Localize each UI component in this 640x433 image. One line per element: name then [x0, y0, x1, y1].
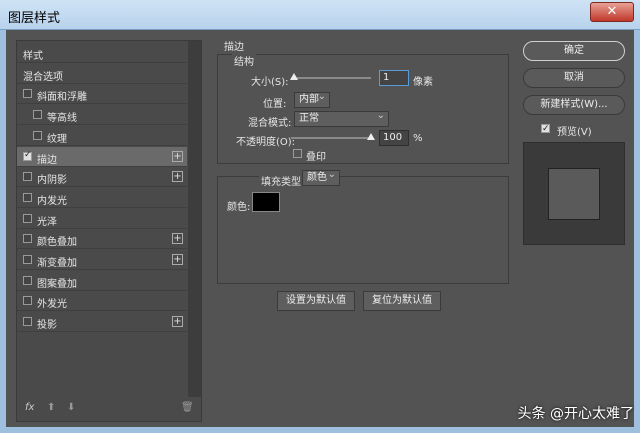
style-item-checkbox[interactable]	[23, 192, 32, 202]
window-title: 图层样式	[8, 11, 61, 26]
overprint-label: 叠印	[306, 152, 326, 163]
color-label: 颜色:	[227, 202, 251, 213]
blend-mode-dropdown[interactable]: 正常	[294, 109, 389, 127]
style-item-4[interactable]: 纹理	[17, 126, 187, 146]
styles-bottom-bar: fx ⬆ ⬇ 🗑	[17, 397, 201, 421]
style-item-label: 外发光	[37, 299, 67, 311]
opacity-label: 不透明度(O):	[236, 137, 296, 148]
preview-box	[523, 142, 625, 245]
reset-default-button[interactable]: 复位为默认值	[363, 291, 441, 311]
size-slider-thumb[interactable]	[290, 73, 298, 80]
style-item-10[interactable]: 渐变叠加 +	[17, 250, 187, 270]
style-item-2[interactable]: 斜面和浮雕	[17, 84, 187, 105]
style-item-12[interactable]: 外发光	[17, 291, 187, 312]
fill-type-dropdown[interactable]: 颜色	[302, 168, 340, 186]
style-item-label: 等高线	[47, 113, 77, 125]
style-item-label: 渐变叠加	[37, 258, 77, 269]
style-item-label: 内阴影	[37, 175, 67, 187]
new-style-button[interactable]: 新建样式(W)...	[523, 95, 625, 115]
styles-list-panel: 样式混合选项斜面和浮雕等高线纹理描边 + 内阴影 + 内发光光泽颜色叠加 + 渐变叠加 + 图案…	[16, 40, 202, 422]
style-item-5[interactable]: 描边 +	[17, 146, 187, 167]
size-label: 大小(S):	[251, 77, 289, 88]
watermark: 头条 @开心太难了	[517, 406, 634, 422]
structure-heading: 结构	[232, 53, 256, 68]
styles-list-scrollbar[interactable]	[188, 41, 201, 397]
preview-label: 预览(V)	[557, 127, 592, 138]
size-unit: 像素	[413, 77, 433, 88]
add-style-icon[interactable]: +	[172, 171, 183, 183]
cancel-button[interactable]: 取消	[523, 68, 625, 88]
style-item-label: 颜色叠加	[37, 237, 77, 249]
fx-icon[interactable]: fx	[25, 402, 34, 413]
style-item-label: 斜面和浮雕	[37, 92, 87, 104]
trash-icon[interactable]: 🗑	[181, 402, 194, 413]
title-bar: 图层样式 ✕	[0, 0, 640, 30]
opacity-slider-thumb[interactable]	[367, 133, 375, 140]
position-dropdown[interactable]: 内部	[294, 90, 330, 108]
style-item-checkbox[interactable]	[23, 234, 32, 244]
overprint-checkbox[interactable]	[293, 149, 302, 158]
style-item-label: 光泽	[37, 216, 57, 228]
style-item-label: 混合选项	[23, 71, 63, 83]
stroke-color-swatch[interactable]	[252, 192, 280, 212]
add-style-icon[interactable]: +	[172, 150, 183, 162]
stroke-heading: 描边	[224, 42, 244, 53]
size-input[interactable]: 1	[379, 70, 409, 86]
style-item-label: 图案叠加	[37, 278, 77, 290]
style-item-label: 样式	[23, 51, 43, 62]
style-item-1[interactable]: 混合选项	[17, 64, 187, 84]
move-down-icon[interactable]: ⬇	[67, 402, 75, 413]
style-item-8[interactable]: 光泽	[17, 209, 187, 229]
opacity-input[interactable]: 100	[379, 130, 409, 146]
style-item-checkbox[interactable]	[23, 296, 32, 306]
add-style-icon[interactable]: +	[172, 254, 183, 265]
style-item-label: 纹理	[47, 133, 67, 145]
style-item-checkbox[interactable]	[33, 110, 42, 120]
layer-style-dialog: 样式混合选项斜面和浮雕等高线纹理描边+内阴影+内发光光泽颜色叠加+渐变叠加+图案…	[6, 30, 634, 427]
move-up-icon[interactable]: ⬆	[47, 402, 55, 413]
style-item-checkbox[interactable]	[23, 255, 32, 264]
style-item-3[interactable]: 等高线	[17, 105, 187, 126]
opacity-unit: %	[413, 133, 423, 144]
style-item-0[interactable]: 样式	[17, 43, 187, 63]
add-style-icon[interactable]: +	[172, 233, 183, 245]
add-style-icon[interactable]: +	[172, 316, 183, 328]
preview-swatch	[548, 168, 600, 220]
style-item-checkbox[interactable]	[23, 150, 32, 161]
style-item-9[interactable]: 颜色叠加 +	[17, 229, 187, 250]
style-item-13[interactable]: 投影 +	[17, 312, 187, 333]
size-slider-track[interactable]	[291, 77, 371, 79]
style-item-checkbox[interactable]	[23, 275, 32, 285]
style-item-label: 投影	[37, 320, 57, 332]
style-item-7[interactable]: 内发光	[17, 188, 187, 208]
style-item-11[interactable]: 图案叠加	[17, 271, 187, 291]
opacity-slider-track[interactable]	[291, 137, 371, 139]
style-item-label: 内发光	[37, 195, 67, 207]
window-frame: 样式混合选项斜面和浮雕等高线纹理描边+内阴影+内发光光泽颜色叠加+渐变叠加+图案…	[0, 30, 640, 433]
position-label: 位置:	[263, 99, 287, 110]
style-item-checkbox[interactable]	[23, 213, 32, 223]
style-item-6[interactable]: 内阴影 +	[17, 167, 187, 188]
style-item-checkbox[interactable]	[23, 172, 32, 182]
style-item-checkbox[interactable]	[23, 89, 32, 99]
style-item-checkbox[interactable]	[33, 130, 42, 140]
ok-button[interactable]: 确定	[523, 41, 625, 61]
style-item-label: 描边	[37, 154, 57, 166]
close-button[interactable]: ✕	[590, 2, 634, 22]
style-item-checkbox[interactable]	[23, 317, 32, 327]
preview-checkbox[interactable]: ✓	[541, 124, 550, 134]
fill-type-label: 填充类型:	[259, 173, 307, 188]
set-default-button[interactable]: 设置为默认值	[277, 291, 355, 311]
blend-mode-label: 混合模式:	[248, 118, 292, 129]
